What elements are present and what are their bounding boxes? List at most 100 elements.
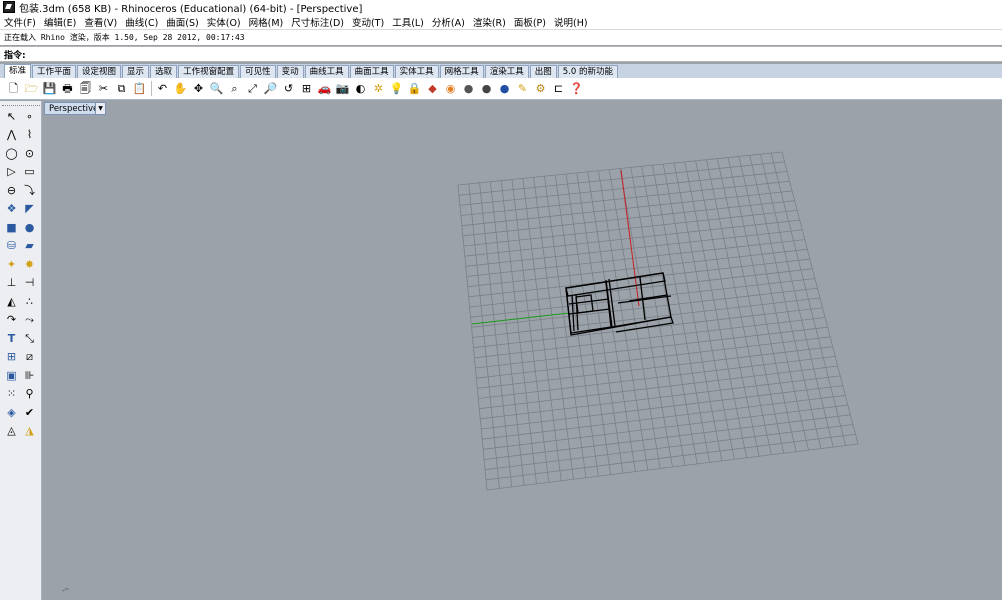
command-history-icon[interactable]: ⊏ <box>550 80 567 98</box>
menu-surface[interactable]: 曲面(S) <box>162 15 202 29</box>
tab-mesh-tools[interactable]: 网格工具 <box>439 65 484 78</box>
menu-edit[interactable]: 编辑(E) <box>40 15 80 29</box>
save-icon[interactable]: 💾 <box>41 80 58 98</box>
paint-icon[interactable]: ◮ <box>21 422 38 439</box>
polygon-icon[interactable]: ⊖ <box>3 182 20 199</box>
transform-icon[interactable]: ✦ <box>3 256 20 273</box>
tab-new-in-v5[interactable]: 5.0 的新功能 <box>557 65 618 78</box>
render-icon[interactable]: ◬ <box>3 422 20 439</box>
blue-sphere-icon[interactable]: ● <box>496 80 513 98</box>
cut-icon[interactable]: ✂ <box>95 80 112 98</box>
text-icon[interactable]: T <box>3 330 20 347</box>
trim-icon[interactable]: ⊥ <box>3 274 20 291</box>
point-icon[interactable]: ∘ <box>21 108 38 125</box>
fillet-icon[interactable]: ⤵ <box>21 182 38 199</box>
car-icon[interactable]: 🚗 <box>316 80 333 98</box>
command-input[interactable] <box>25 48 930 60</box>
cylinder-icon[interactable]: ⛁ <box>3 237 20 254</box>
tab-visibility[interactable]: 可见性 <box>240 65 276 78</box>
zoom-icon[interactable]: 🔍 <box>208 80 225 98</box>
array-icon[interactable]: ⊞ <box>3 348 20 365</box>
group-icon[interactable]: ∴ <box>21 293 38 310</box>
tab-surface-tools[interactable]: 曲面工具 <box>349 65 394 78</box>
extrude-icon[interactable]: ▰ <box>21 237 38 254</box>
help-icon[interactable]: ❓ <box>568 80 585 98</box>
menu-view[interactable]: 查看(V) <box>80 15 121 29</box>
tab-select[interactable]: 选取 <box>150 65 178 78</box>
mirror-icon[interactable]: ⧄ <box>21 348 38 365</box>
camera-icon[interactable]: 📷 <box>334 80 351 98</box>
shaded-sphere-icon[interactable]: ● <box>460 80 477 98</box>
undo-icon[interactable]: ↶ <box>154 80 171 98</box>
print-icon[interactable]: 🖶 <box>59 80 76 98</box>
color-wheel-icon[interactable]: ◉ <box>442 80 459 98</box>
sphere-icon[interactable]: ● <box>21 219 38 236</box>
tab-drafting[interactable]: 出图 <box>529 65 557 78</box>
tab-set-view[interactable]: 设定视图 <box>77 65 122 78</box>
polyline-icon[interactable]: ⋀ <box>3 126 20 143</box>
menu-file[interactable]: 文件(F) <box>0 15 40 29</box>
circle-icon[interactable]: ◯ <box>3 145 20 162</box>
menu-analyze[interactable]: 分析(A) <box>428 15 469 29</box>
tab-render-tools[interactable]: 渲染工具 <box>484 65 529 78</box>
properties-icon[interactable]: ⊪ <box>21 367 38 384</box>
split-icon[interactable]: ⊣ <box>21 274 38 291</box>
menu-mesh[interactable]: 网格(M) <box>245 15 288 29</box>
chevron-down-icon[interactable]: ▼ <box>95 103 105 114</box>
menu-help[interactable]: 说明(H) <box>550 15 592 29</box>
checkmark-icon[interactable]: ✔ <box>21 404 38 421</box>
dimension-icon[interactable]: ⤡ <box>21 330 38 347</box>
ellipse-icon[interactable]: ▷ <box>3 163 20 180</box>
rotate-view-icon[interactable]: ✥ <box>190 80 207 98</box>
curve-icon[interactable]: ⌇ <box>21 126 38 143</box>
display-mode-icon[interactable]: ◐ <box>352 80 369 98</box>
paste-icon[interactable]: 📋 <box>131 80 148 98</box>
box-icon[interactable]: ■ <box>3 219 20 236</box>
explode-icon[interactable]: ✸ <box>21 256 38 273</box>
grid-icon[interactable]: ⁙ <box>3 385 20 402</box>
tab-standard[interactable]: 标准 <box>4 64 32 78</box>
options-icon[interactable]: ✎ <box>514 80 531 98</box>
tab-viewport-layout[interactable]: 工作视窗配置 <box>178 65 240 78</box>
four-viewports-icon[interactable]: ⊞ <box>298 80 315 98</box>
zoom-window-icon[interactable]: ⌕ <box>226 80 243 98</box>
gear-icon[interactable]: ⚙ <box>532 80 549 98</box>
copy-icon[interactable]: ⧉ <box>113 80 130 98</box>
menu-render[interactable]: 渲染(R) <box>469 15 510 29</box>
material-icon[interactable]: ◆ <box>424 80 441 98</box>
zoom-selected-icon[interactable]: 🔎 <box>262 80 279 98</box>
snap-icon[interactable]: ✲ <box>370 80 387 98</box>
menu-curve[interactable]: 曲线(C) <box>121 15 162 29</box>
menu-panels[interactable]: 面板(P) <box>510 15 550 29</box>
select-icon[interactable]: ↖ <box>3 108 20 125</box>
open-icon[interactable]: 🗁 <box>23 80 40 98</box>
tab-curve-tools[interactable]: 曲线工具 <box>304 65 349 78</box>
tab-cplanes[interactable]: 工作平面 <box>32 65 77 78</box>
offset-icon[interactable]: ↷ <box>3 311 20 328</box>
scene-canvas[interactable] <box>43 101 1002 600</box>
perspective-viewport[interactable]: Perspective ▼ -ⁱ⁼ <box>43 101 1002 600</box>
curve-edit-icon[interactable]: ⤳ <box>21 311 38 328</box>
viewport-tab[interactable]: Perspective ▼ <box>44 102 106 115</box>
new-icon[interactable]: 🗋 <box>5 80 22 98</box>
pan-icon[interactable]: ✋ <box>172 80 189 98</box>
light-icon[interactable]: 💡 <box>388 80 405 98</box>
arc-icon[interactable]: ⊙ <box>21 145 38 162</box>
tab-display[interactable]: 显示 <box>122 65 150 78</box>
lock-icon[interactable]: 🔒 <box>406 80 423 98</box>
boolean-icon[interactable]: ◭ <box>3 293 20 310</box>
surface-icon[interactable]: ◤ <box>21 200 38 217</box>
analysis-icon[interactable]: ⚲ <box>21 385 38 402</box>
tools-icon[interactable]: ◈ <box>3 404 20 421</box>
import-icon[interactable]: 🗐 <box>77 80 94 98</box>
tab-transform[interactable]: 变动 <box>276 65 304 78</box>
render-sphere-icon[interactable]: ● <box>478 80 495 98</box>
undo-view-icon[interactable]: ↺ <box>280 80 297 98</box>
layer-icon[interactable]: ▣ <box>3 367 20 384</box>
menu-solid[interactable]: 实体(O) <box>203 15 245 29</box>
menu-dimension[interactable]: 尺寸标注(D) <box>287 15 348 29</box>
menu-transform[interactable]: 变动(T) <box>348 15 388 29</box>
menu-tools[interactable]: 工具(L) <box>388 15 428 29</box>
rectangle-icon[interactable]: ▭ <box>21 163 38 180</box>
freeform-icon[interactable]: ❖ <box>3 200 20 217</box>
